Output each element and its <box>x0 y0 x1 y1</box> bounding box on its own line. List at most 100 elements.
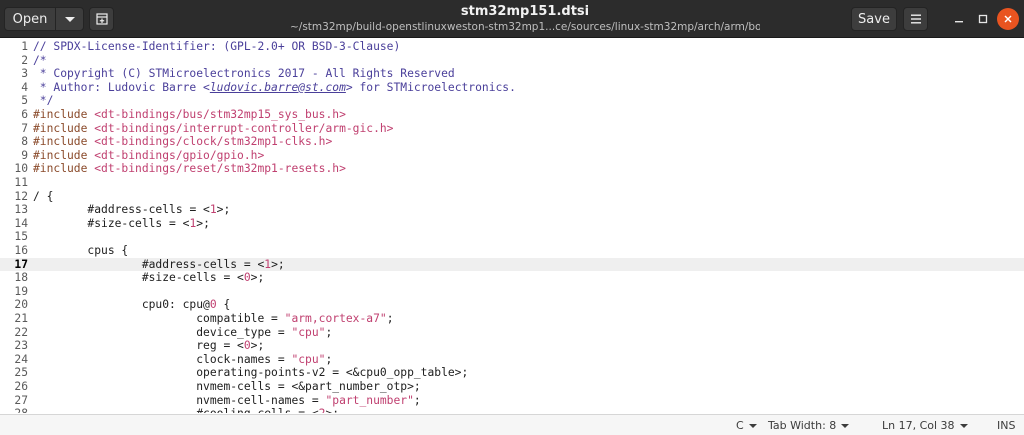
code-line[interactable]: 26 nvmem-cells = <&part_number_otp>; <box>0 380 1024 394</box>
code-line[interactable]: 12 / { <box>0 190 1024 204</box>
code-token: #include <box>33 135 95 149</box>
code-line[interactable]: 25 operating-points-v2 = <&cpu0_opp_tabl… <box>0 366 1024 380</box>
code-text: reg = <0>; <box>33 339 264 353</box>
code-text: clock-names = "cpu"; <box>33 353 332 367</box>
line-number: 24 <box>14 352 28 366</box>
insert-mode-indicator: INS <box>997 419 1015 432</box>
code-text: /* <box>33 54 47 68</box>
code-token: #address-cells = < <box>33 257 265 271</box>
code-line[interactable]: 27 nvmem-cell-names = "part_number"; <box>0 394 1024 408</box>
code-token: reg = < <box>33 339 244 353</box>
code-line[interactable]: 4 * Author: Ludovic Barre <ludovic.barre… <box>0 81 1024 95</box>
code-token: >; <box>216 203 231 217</box>
line-number: 1 <box>21 40 28 53</box>
code-text: #size-cells = <1>; <box>33 216 210 231</box>
line-number: 18 <box>14 271 28 285</box>
code-text: */ <box>33 94 54 108</box>
main-menu-button[interactable] <box>903 7 928 31</box>
code-text: nvmem-cell-names = "part_number"; <box>33 393 420 408</box>
code-text: / { <box>33 190 53 204</box>
code-text: #size-cells = <0>; <box>33 271 264 285</box>
file-path: ~/stm32mp/build-openstlinuxweston-stm32m… <box>290 21 760 33</box>
minimize-button[interactable] <box>948 8 970 30</box>
line-number: 27 <box>14 393 28 407</box>
code-token: "part_number" <box>325 393 414 407</box>
code-line[interactable]: 16 cpus { <box>0 244 1024 258</box>
code-token: ; <box>386 312 394 325</box>
line-number: 9 <box>21 148 28 162</box>
code-line[interactable]: 19 <box>0 285 1024 299</box>
line-number: 5 <box>21 94 28 108</box>
code-line[interactable]: 14 #size-cells = <1>; <box>0 217 1024 231</box>
language-selector[interactable]: C <box>736 419 757 432</box>
line-number: 4 <box>21 80 28 94</box>
code-line[interactable]: 8 #include <dt-bindings/clock/stm32mp1-cl… <box>0 135 1024 149</box>
code-line[interactable]: 6 #include <dt-bindings/bus/stm32mp15_sys… <box>0 108 1024 122</box>
code-line[interactable]: 7 #include <dt-bindings/interrupt-control… <box>0 122 1024 136</box>
minimize-icon <box>955 21 963 23</box>
save-button[interactable]: Save <box>851 7 897 31</box>
window-title-area: stm32mp151.dtsi ~/stm32mp/build-openstli… <box>290 4 760 34</box>
cursor-position[interactable]: Ln 17, Col 38 <box>882 419 968 432</box>
code-token: 0 <box>209 298 217 312</box>
code-token: >; <box>250 339 265 353</box>
code-line[interactable]: 22 device_type = "cpu"; <box>0 326 1024 340</box>
new-tab-button[interactable] <box>89 7 114 31</box>
code-line[interactable]: 24 clock-names = "cpu"; <box>0 353 1024 367</box>
line-number: 22 <box>14 325 28 339</box>
code-text: #include <dt-bindings/bus/stm32mp15_sys_… <box>33 108 346 122</box>
code-line[interactable]: 3 * Copyright (C) STMicroelectronics 201… <box>0 67 1024 81</box>
line-number: 20 <box>14 298 28 312</box>
open-button[interactable]: Open <box>4 7 56 31</box>
line-number: 11 <box>14 176 28 189</box>
code-text: #include <dt-bindings/interrupt-controll… <box>33 122 393 136</box>
line-number: 14 <box>14 216 28 230</box>
code-line[interactable]: 2 /* <box>0 54 1024 68</box>
code-token: > for STMicroelectronics. <box>345 80 516 94</box>
chevron-down-icon <box>841 423 850 428</box>
close-button[interactable] <box>997 8 1019 30</box>
status-bar: C Tab Width: 8 Ln 17, Col 38 INS <box>0 414 1024 435</box>
code-line[interactable]: 13 #address-cells = <1>; <box>0 203 1024 217</box>
code-line[interactable]: 17 #address-cells = <1>; <box>0 257 1024 272</box>
line-number: 6 <box>21 108 28 121</box>
code-token: #size-cells = < <box>33 216 190 230</box>
code-text: #include <dt-bindings/clock/stm32mp1-clk… <box>33 135 332 149</box>
code-token: cpu0: cpu@ <box>33 298 210 312</box>
line-number: 17 <box>14 257 28 271</box>
maximize-button[interactable] <box>972 8 994 30</box>
code-line[interactable]: 23 reg = <0>; <box>0 339 1024 353</box>
window-title: stm32mp151.dtsi <box>460 4 590 19</box>
code-line[interactable]: 21 compatible = "arm,cortex-a7"; <box>0 312 1024 326</box>
line-number: 13 <box>14 203 28 217</box>
code-line[interactable]: 10 #include <dt-bindings/reset/stm32mp1-r… <box>0 162 1024 176</box>
code-line[interactable]: 28 #cooling-cells = <2>; <box>0 407 1024 413</box>
code-token: nvmem-cell-names = <box>33 393 326 407</box>
code-line[interactable]: 11 <box>0 176 1024 190</box>
code-text: * Copyright (C) STMicroelectronics 2017 … <box>33 67 455 81</box>
code-token: #include <box>33 108 95 121</box>
code-text: cpus { <box>33 244 128 258</box>
code-token: /* <box>33 53 47 67</box>
code-token: >; <box>196 216 210 230</box>
new-tab-icon <box>95 13 108 25</box>
code-token: #include <box>33 162 95 176</box>
code-text: #cooling-cells = <2>; <box>33 407 339 413</box>
code-line[interactable]: 18 #size-cells = <0>; <box>0 271 1024 285</box>
code-token: * Copyright (C) STMicroelectronics 2017 … <box>33 67 455 81</box>
open-menu-button[interactable] <box>55 7 84 31</box>
code-line[interactable]: 15 <box>0 230 1024 244</box>
code-text: nvmem-cells = <&part_number_otp>; <box>33 380 420 394</box>
code-token: <dt-bindings/clock/stm32mp1-clks.h> <box>94 135 333 149</box>
code-line[interactable]: 20 cpu0: cpu@0 { <box>0 298 1024 312</box>
tab-width-selector[interactable]: Tab Width: 8 <box>768 419 850 432</box>
line-number: 21 <box>14 312 28 325</box>
code-text: #address-cells = <1>; <box>33 258 285 272</box>
code-token: cpus { <box>33 244 129 257</box>
code-line[interactable]: 5 */ <box>0 94 1024 108</box>
code-token: >; <box>325 407 339 413</box>
code-line[interactable]: 1 // SPDX-License-Identifier: (GPL-2.0+ O… <box>0 40 1024 54</box>
code-line[interactable]: 9 #include <dt-bindings/gpio/gpio.h> <box>0 149 1024 163</box>
code-token: ludovic.barre@st.com <box>209 80 346 94</box>
text-editor[interactable]: 1 // SPDX-License-Identifier: (GPL-2.0+ O… <box>0 38 1024 413</box>
